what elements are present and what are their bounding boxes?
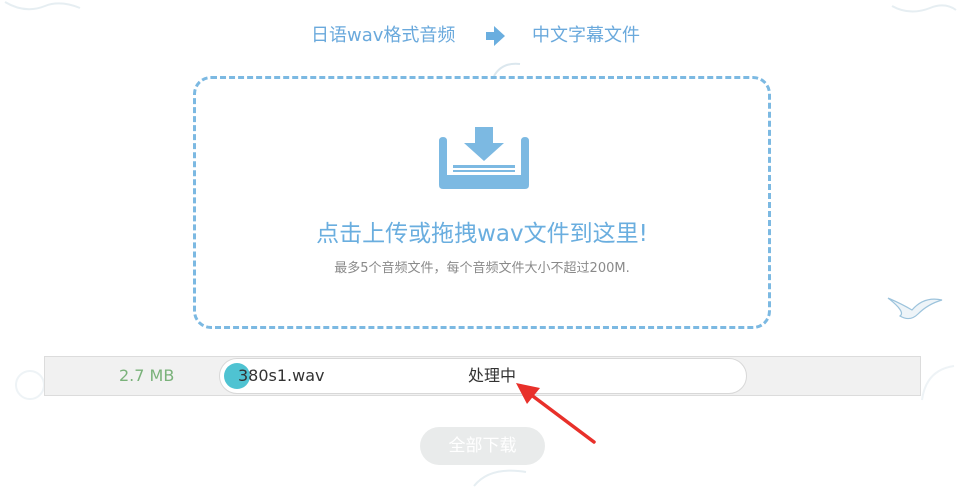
dropzone-title: 点击上传或拖拽wav文件到这里! (316, 221, 648, 247)
step-target-format: 中文字幕文件 (532, 25, 640, 46)
swirl-decoration-top-right (891, 4, 957, 13)
step-source-format: 日语wav格式音频 (311, 25, 456, 46)
download-tray-icon (439, 127, 529, 189)
file-progress-bar: 380s1.wav 处理中 (219, 358, 747, 394)
file-size: 2.7 MB (119, 366, 175, 385)
swirl-decoration-bottom (473, 469, 527, 487)
bird-decoration-icon (887, 297, 943, 320)
file-list-item: 2.7 MB 380s1.wav 处理中 (44, 356, 921, 396)
file-name: 380s1.wav (238, 366, 325, 385)
file-status: 处理中 (468, 366, 517, 385)
conversion-steps: 日语wav格式音频 中文字幕文件 (0, 22, 959, 50)
swirl-decoration-top-left (4, 1, 81, 11)
download-all-button[interactable]: 全部下载 (420, 427, 545, 465)
upload-dropzone[interactable]: 点击上传或拖拽wav文件到这里! 最多5个音频文件，每个音频文件大小不超过200… (193, 76, 771, 329)
swirl-decoration-right (921, 365, 955, 401)
right-arrow-icon (486, 26, 505, 46)
dropzone-hint: 最多5个音频文件，每个音频文件大小不超过200M. (334, 261, 630, 276)
